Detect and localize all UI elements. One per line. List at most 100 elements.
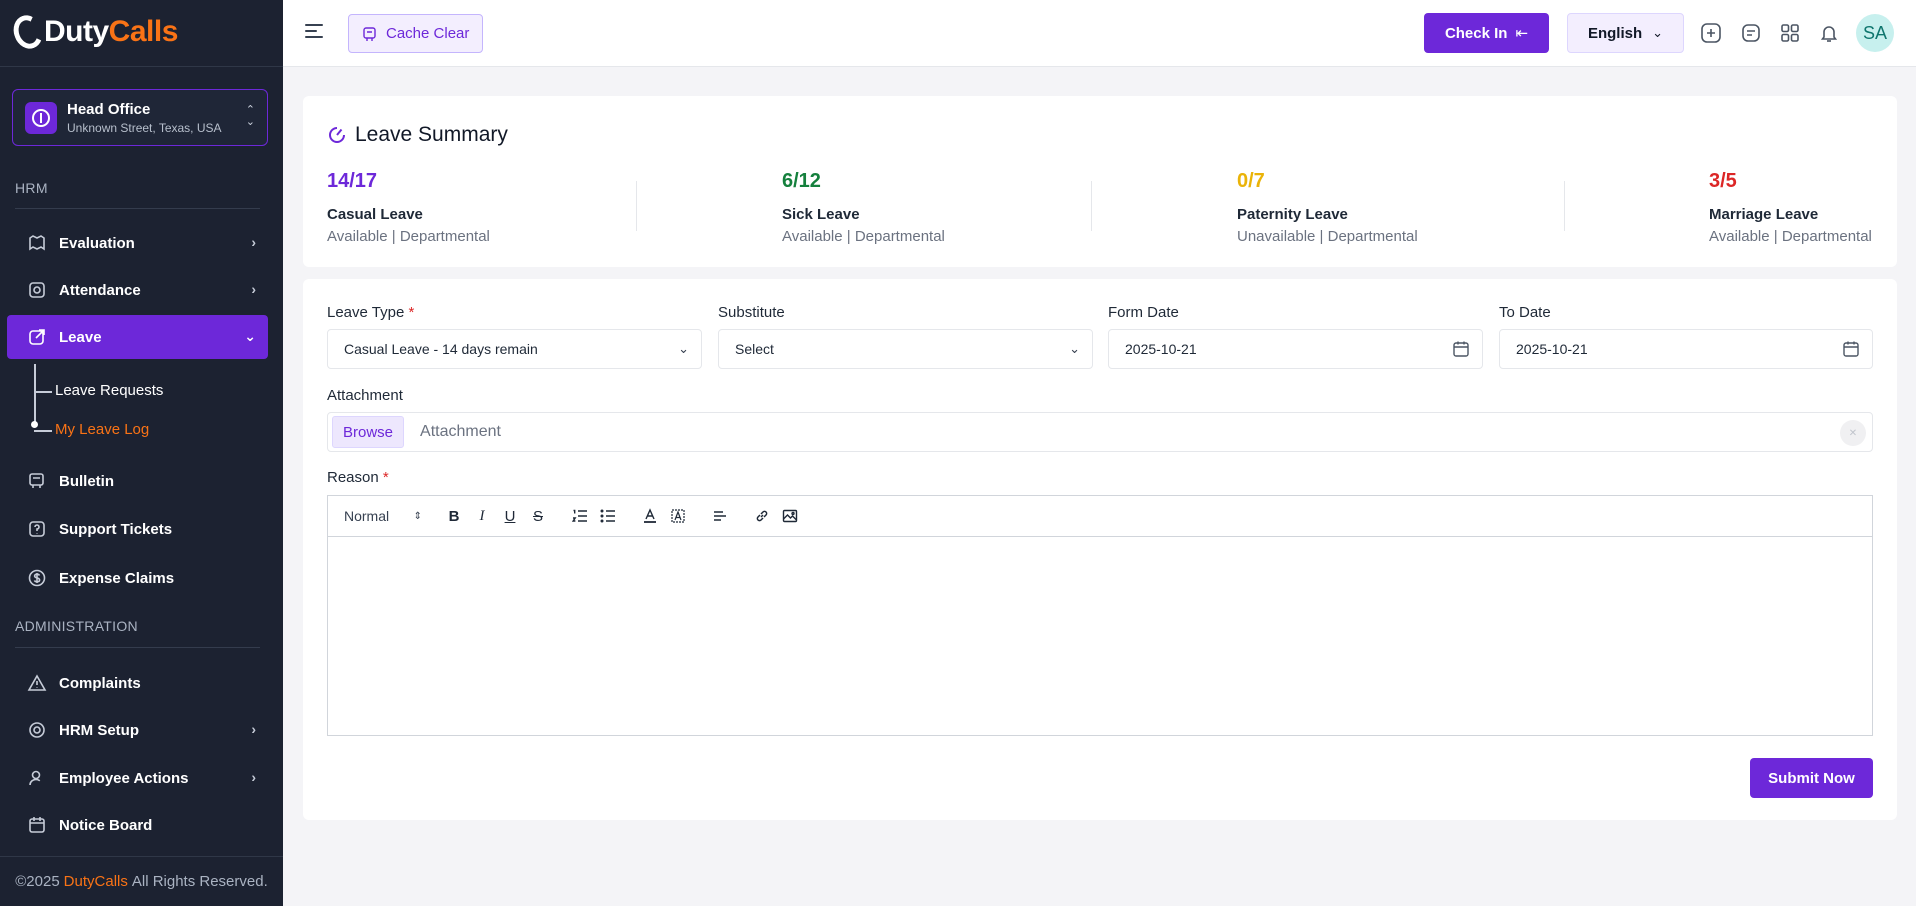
attachment-label: Attachment bbox=[327, 387, 403, 404]
reason-editor: Normal ⇕ B I U S bbox=[327, 495, 1873, 736]
notes-icon[interactable] bbox=[1740, 22, 1762, 44]
align-icon[interactable] bbox=[706, 504, 734, 528]
background-color-icon[interactable] bbox=[664, 504, 692, 528]
leave-stat-name: Casual Leave bbox=[327, 206, 423, 223]
substitute-label: Substitute bbox=[718, 304, 785, 321]
submit-button[interactable]: Submit Now bbox=[1750, 758, 1873, 798]
sidebar-item-label: Bulletin bbox=[59, 472, 114, 490]
sidebar-item-attendance[interactable]: Attendance › bbox=[7, 268, 268, 312]
footer-copyright: ©2025 bbox=[15, 873, 60, 890]
chevron-up-down-icon: ⌃ ⌄ bbox=[245, 104, 255, 128]
sidebar-item-bulletin[interactable]: Bulletin bbox=[7, 459, 268, 503]
leave-form-card: Leave Type * Casual Leave - 14 days rema… bbox=[303, 279, 1897, 820]
chevron-down-icon: ⌄ bbox=[1069, 341, 1080, 356]
menu-toggle-icon[interactable] bbox=[305, 24, 323, 38]
to-date-label: To Date bbox=[1499, 304, 1551, 321]
substitute-select[interactable]: Select ⌄ bbox=[718, 329, 1093, 369]
sidebar-item-employee-actions[interactable]: Employee Actions › bbox=[7, 756, 268, 800]
ordered-list-icon[interactable] bbox=[566, 504, 594, 528]
branch-icon bbox=[25, 101, 57, 134]
submenu-branch bbox=[34, 391, 52, 393]
section-divider bbox=[15, 647, 260, 648]
sidebar-item-label: Employee Actions bbox=[59, 769, 189, 787]
sidebar: Duty Calls Head Office Unknown Street, Te… bbox=[0, 0, 283, 906]
sidebar-item-leave[interactable]: Leave ⌄ bbox=[7, 315, 268, 359]
cache-clear-button[interactable]: Cache Clear bbox=[348, 14, 484, 53]
strike-icon[interactable]: S bbox=[524, 504, 552, 528]
branch-selector[interactable]: Head Office Unknown Street, Texas, USA ⌃… bbox=[12, 89, 268, 146]
footer-brand[interactable]: DutyCalls bbox=[64, 873, 128, 890]
clear-attachment-icon[interactable]: ✕ bbox=[1840, 420, 1866, 446]
app-logo[interactable]: Duty Calls bbox=[9, 11, 178, 53]
language-select[interactable]: English ⌄ bbox=[1567, 13, 1684, 53]
from-date-input[interactable]: 2025-10-21 bbox=[1108, 329, 1483, 369]
sidebar-item-label: Evaluation bbox=[59, 234, 135, 252]
sidebar-item-hrm-setup[interactable]: HRM Setup › bbox=[7, 708, 268, 752]
sidebar-subitem-leave-requests[interactable]: Leave Requests bbox=[55, 382, 163, 399]
sidebar-item-label: Support Tickets bbox=[59, 520, 173, 538]
bell-icon[interactable] bbox=[1818, 22, 1840, 44]
user-avatar[interactable]: SA bbox=[1856, 14, 1894, 52]
sidebar-footer: ©2025 DutyCalls All Rights Reserved. bbox=[0, 856, 283, 906]
leave-summary-title: Leave Summary bbox=[327, 123, 508, 147]
format-select[interactable]: Normal ⇕ bbox=[344, 508, 426, 524]
leave-summary-card: Leave Summary 14/17 Casual Leave Availab… bbox=[303, 96, 1897, 267]
bold-icon[interactable]: B bbox=[440, 504, 468, 528]
sidebar-item-expense-claims[interactable]: Expense Claims bbox=[7, 556, 268, 600]
to-date-input[interactable]: 2025-10-21 bbox=[1499, 329, 1873, 369]
required-mark: * bbox=[408, 304, 415, 321]
chevron-right-icon: › bbox=[251, 234, 256, 250]
submenu-line bbox=[34, 364, 36, 426]
leave-stat-value: 14/17 bbox=[327, 170, 378, 192]
sidebar-item-label: Notice Board bbox=[59, 816, 153, 834]
leave-type-select[interactable]: Casual Leave - 14 days remain ⌄ bbox=[327, 329, 702, 369]
attachment-placeholder: Attachment bbox=[420, 423, 501, 440]
required-mark: * bbox=[382, 469, 389, 486]
leave-stat-paternity: 0/7 Paternity Leave Unavailable | Depart… bbox=[1237, 170, 1418, 245]
language-label: English bbox=[1587, 24, 1643, 42]
browse-button[interactable]: Browse bbox=[332, 416, 405, 448]
stat-divider bbox=[1564, 181, 1565, 231]
leave-stat-meta: Available | Departmental bbox=[327, 228, 490, 245]
apps-grid-icon[interactable] bbox=[1779, 22, 1801, 44]
from-date-value: 2025-10-21 bbox=[1125, 341, 1197, 357]
sidebar-item-evaluation[interactable]: Evaluation › bbox=[7, 221, 268, 265]
chevron-right-icon: › bbox=[251, 769, 256, 785]
support-icon bbox=[27, 519, 47, 539]
sign-in-icon: ⇤ bbox=[1515, 25, 1529, 42]
gear-icon bbox=[27, 720, 47, 740]
attachment-input[interactable]: Browse Attachment ✕ bbox=[327, 412, 1873, 452]
link-icon[interactable] bbox=[748, 504, 776, 528]
calendar-icon[interactable] bbox=[1842, 340, 1860, 361]
sidebar-subitem-my-leave-log[interactable]: My Leave Log bbox=[55, 421, 149, 438]
substitute-value: Select bbox=[735, 341, 774, 357]
sidebar-item-notice-board[interactable]: Notice Board bbox=[7, 803, 268, 847]
leave-stat-value: 0/7 bbox=[1237, 170, 1265, 192]
underline-icon[interactable]: U bbox=[496, 504, 524, 528]
editor-toolbar: Normal ⇕ B I U S bbox=[328, 496, 1872, 537]
text-color-icon[interactable] bbox=[636, 504, 664, 528]
italic-icon[interactable]: I bbox=[468, 504, 496, 528]
chevron-down-icon: ⌄ bbox=[1652, 25, 1664, 40]
warning-icon bbox=[27, 673, 47, 693]
leave-stat-meta: Available | Departmental bbox=[1709, 228, 1872, 245]
logo-divider bbox=[0, 66, 283, 67]
active-dot-icon bbox=[31, 421, 38, 428]
leave-stat-name: Paternity Leave bbox=[1237, 206, 1348, 223]
sidebar-item-support-tickets[interactable]: Support Tickets bbox=[7, 507, 268, 551]
add-icon[interactable] bbox=[1700, 22, 1722, 44]
broom-icon bbox=[363, 26, 376, 41]
sidebar-item-complaints[interactable]: Complaints bbox=[7, 661, 268, 705]
calendar-icon[interactable] bbox=[1452, 340, 1470, 361]
chevron-right-icon: › bbox=[251, 281, 256, 297]
image-icon[interactable] bbox=[776, 504, 804, 528]
reason-textarea[interactable] bbox=[328, 537, 1872, 735]
check-in-label: Check In bbox=[1444, 24, 1508, 42]
footer-rights: All Rights Reserved. bbox=[131, 873, 268, 890]
bulletin-icon bbox=[27, 471, 47, 491]
chevron-down-icon: ⌄ bbox=[244, 328, 256, 344]
pie-chart-icon bbox=[329, 127, 345, 143]
bullet-list-icon[interactable] bbox=[594, 504, 622, 528]
check-in-button[interactable]: Check In ⇤ bbox=[1424, 13, 1549, 53]
stat-divider bbox=[1091, 181, 1092, 231]
